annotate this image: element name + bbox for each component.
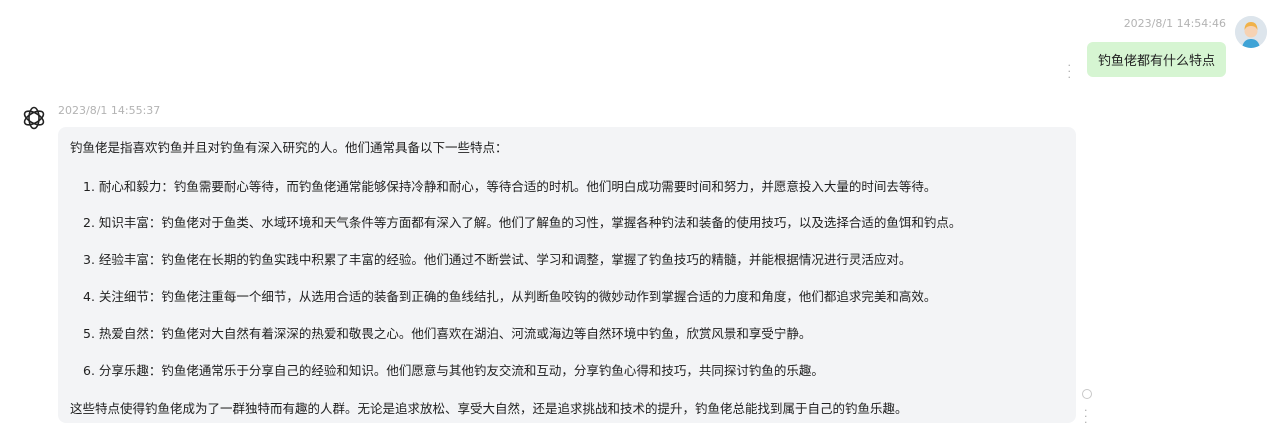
list-item: 2. 知识丰富：钓鱼佬对于鱼类、水域环境和天气条件等方面都有深入了解。他们了解鱼…: [83, 215, 962, 230]
list-item: 6. 分享乐趣：钓鱼佬通常乐于分享自己的经验和知识。他们愿意与其他钓友交流和互动…: [83, 363, 824, 378]
vertical-ellipsis-icon[interactable]: · · ·: [1068, 60, 1072, 83]
user-message-bubble: 钓鱼佬都有什么特点: [1086, 42, 1226, 77]
user-avatar-icon[interactable]: [1235, 16, 1267, 48]
user-message-timestamp: 2023/8/1 14:54:46: [1123, 17, 1226, 30]
bot-outro-text: 这些特点使得钓鱼佬成为了一群独特而有趣的人群。无论是追求放松、享受大自然，还是追…: [70, 401, 908, 416]
bot-intro-text: 钓鱼佬是指喜欢钓鱼并且对钓鱼有深入研究的人。他们通常具备以下一些特点：: [70, 140, 508, 155]
loading-circle-icon: [1082, 389, 1092, 399]
list-item: 5. 热爱自然：钓鱼佬对大自然有着深深的热爱和敬畏之心。他们喜欢在湖泊、河流或海…: [83, 326, 812, 341]
vertical-ellipsis-icon[interactable]: · · ·: [1084, 405, 1088, 428]
list-item: 4. 关注细节：钓鱼佬注重每一个细节，从选用合适的装备到正确的鱼线结扎，从判断鱼…: [83, 289, 937, 304]
openai-logo-icon: [20, 104, 48, 132]
bot-message-bubble: 钓鱼佬是指喜欢钓鱼并且对钓鱼有深入研究的人。他们通常具备以下一些特点： 1. 耐…: [58, 127, 1076, 423]
list-item: 3. 经验丰富：钓鱼佬在长期的钓鱼实践中积累了丰富的经验。他们通过不断尝试、学习…: [83, 252, 912, 267]
bot-message-timestamp: 2023/8/1 14:55:37: [58, 104, 161, 117]
list-item: 1. 耐心和毅力：钓鱼需要耐心等待，而钓鱼佬通常能够保持冷静和耐心，等待合适的时…: [83, 179, 937, 194]
